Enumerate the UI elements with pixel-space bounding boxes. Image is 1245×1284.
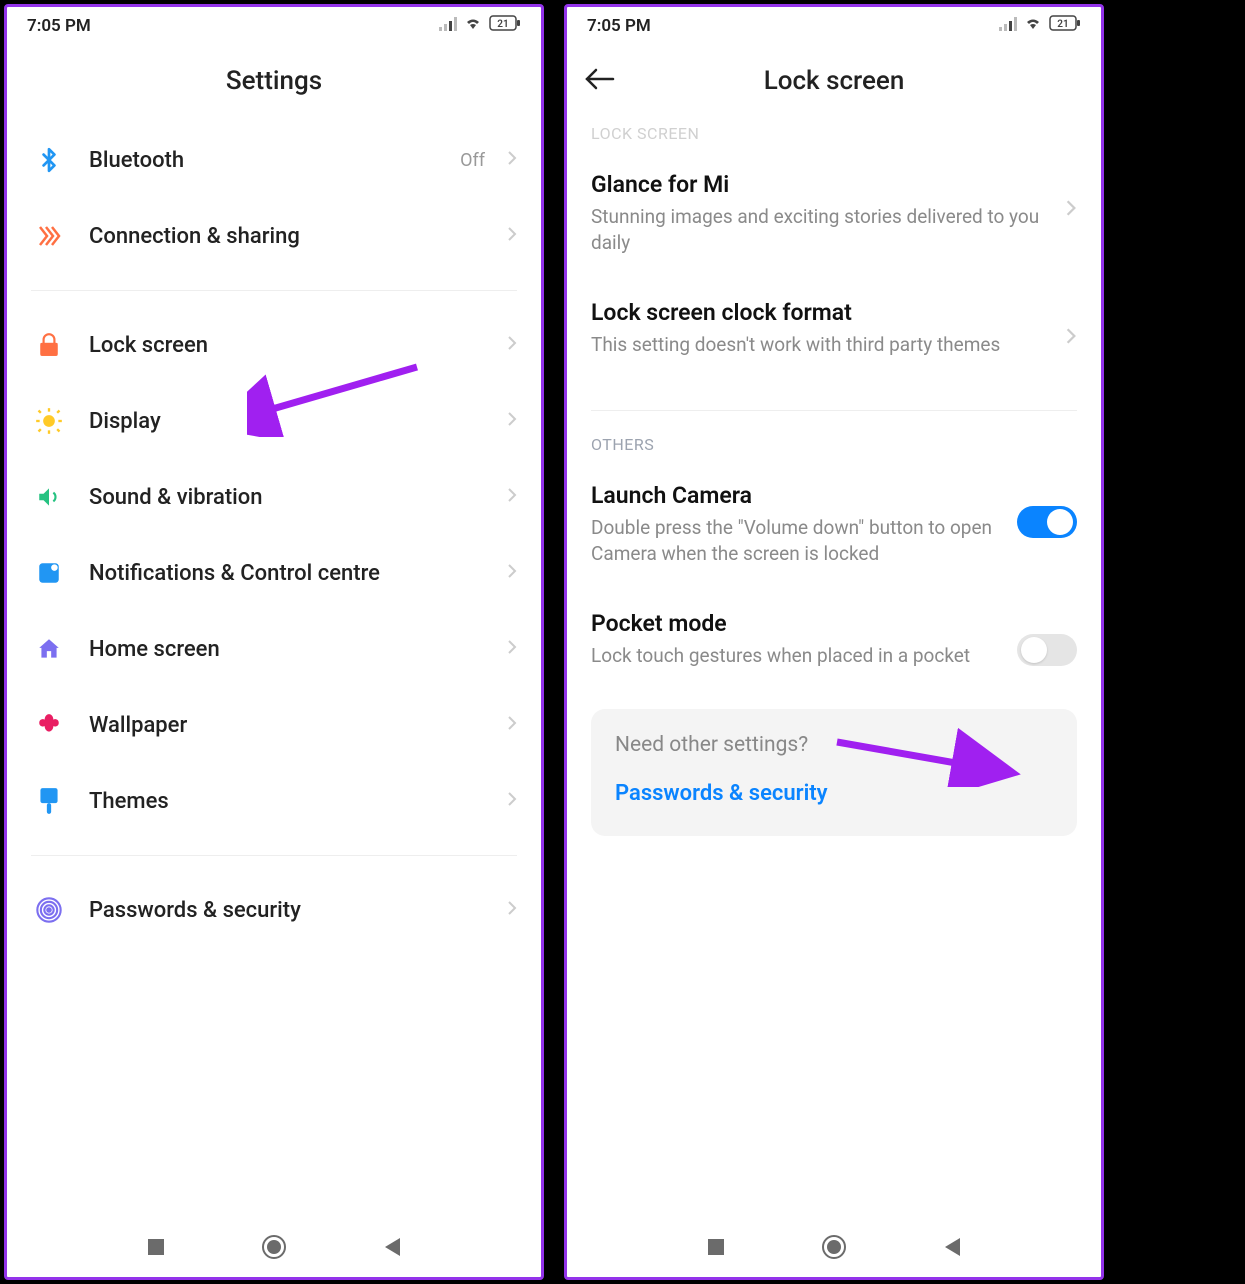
toggle-pocket-mode[interactable] <box>1017 634 1077 666</box>
chevron-right-icon <box>507 900 517 920</box>
sun-icon <box>31 403 67 439</box>
row-value: Off <box>460 150 485 171</box>
bluetooth-icon <box>31 142 67 178</box>
back-button[interactable] <box>378 1233 406 1261</box>
wifi-icon <box>1023 15 1043 36</box>
item-pocket-mode[interactable]: Pocket mode Lock touch gestures when pla… <box>591 588 1077 691</box>
row-themes[interactable]: Themes <box>31 763 517 839</box>
row-label: Lock screen <box>89 333 485 358</box>
status-time: 7:05 PM <box>27 16 91 36</box>
brush-icon <box>31 783 67 819</box>
recent-button[interactable] <box>702 1233 730 1261</box>
header: Settings <box>7 40 541 122</box>
chevron-right-icon <box>507 639 517 659</box>
row-bluetooth[interactable]: Bluetooth Off <box>31 122 517 198</box>
row-sound[interactable]: Sound & vibration <box>31 459 517 535</box>
nav-bar <box>7 1221 541 1277</box>
row-label: Connection & sharing <box>89 224 485 249</box>
chevron-right-icon <box>507 715 517 735</box>
home-button[interactable] <box>260 1233 288 1261</box>
divider <box>31 290 517 291</box>
row-label: Wallpaper <box>89 713 485 738</box>
setting-title: Lock screen clock format <box>591 299 1049 326</box>
setting-title: Pocket mode <box>591 610 1001 637</box>
home-icon <box>31 631 67 667</box>
chevron-right-icon <box>1065 199 1077 221</box>
divider <box>591 410 1077 411</box>
chevron-right-icon <box>507 791 517 811</box>
svg-text:21: 21 <box>1057 19 1068 30</box>
row-wallpaper[interactable]: Wallpaper <box>31 687 517 763</box>
section-label: LOCK SCREEN <box>591 122 1077 149</box>
wifi-icon <box>463 15 483 36</box>
lockscreen-settings[interactable]: LOCK SCREEN Glance for Mi Stunning image… <box>567 122 1101 1221</box>
setting-desc: Lock touch gestures when placed in a poc… <box>591 643 1001 669</box>
battery-icon: 21 <box>1049 15 1081 36</box>
row-notifications[interactable]: Notifications & Control centre <box>31 535 517 611</box>
phone-settings: 7:05 PM 21 Settings Bluetooth Off Connec… <box>4 4 544 1280</box>
setting-title: Launch Camera <box>591 482 1001 509</box>
page-title: Settings <box>226 66 322 96</box>
item-clock-format[interactable]: Lock screen clock format This setting do… <box>591 277 1077 380</box>
section-label: OTHERS <box>591 421 1077 460</box>
back-arrow-icon[interactable] <box>585 68 615 94</box>
page-title: Lock screen <box>764 66 905 96</box>
back-button[interactable] <box>938 1233 966 1261</box>
row-label: Home screen <box>89 637 485 662</box>
chevron-right-icon <box>507 487 517 507</box>
row-display[interactable]: Display <box>31 383 517 459</box>
phone-lockscreen: 7:05 PM 21 Lock screen LOCK SCREEN Glanc… <box>564 4 1104 1280</box>
signal-icon <box>999 16 1017 36</box>
status-icons: 21 <box>999 15 1081 36</box>
row-label: Sound & vibration <box>89 485 485 510</box>
status-icons: 21 <box>439 15 521 36</box>
row-home[interactable]: Home screen <box>31 611 517 687</box>
battery-icon: 21 <box>489 15 521 36</box>
item-glance[interactable]: Glance for Mi Stunning images and exciti… <box>591 149 1077 277</box>
chevron-right-icon <box>1065 327 1077 349</box>
notification-icon <box>31 555 67 591</box>
setting-desc: Double press the "Volume down" button to… <box>591 515 1001 566</box>
row-connection[interactable]: Connection & sharing <box>31 198 517 274</box>
setting-desc: This setting doesn't work with third par… <box>591 332 1049 358</box>
chevron-right-icon <box>507 226 517 246</box>
status-time: 7:05 PM <box>587 16 651 36</box>
chevron-right-icon <box>507 150 517 170</box>
flower-icon <box>31 707 67 743</box>
chevron-right-icon <box>507 411 517 431</box>
row-label: Display <box>89 409 485 434</box>
row-label: Notifications & Control centre <box>89 561 485 586</box>
home-button[interactable] <box>820 1233 848 1261</box>
connection-icon <box>31 218 67 254</box>
signal-icon <box>439 16 457 36</box>
suggest-question: Need other settings? <box>615 733 1053 757</box>
toggle-launch-camera[interactable] <box>1017 506 1077 538</box>
lock-icon <box>31 327 67 363</box>
suggest-box: Need other settings? Passwords & securit… <box>591 709 1077 836</box>
item-launch-camera[interactable]: Launch Camera Double press the "Volume d… <box>591 460 1077 588</box>
chevron-right-icon <box>507 335 517 355</box>
row-passwords[interactable]: Passwords & security <box>31 872 517 948</box>
row-label: Bluetooth <box>89 148 438 173</box>
row-label: Themes <box>89 789 485 814</box>
fingerprint-icon <box>31 892 67 928</box>
settings-list[interactable]: Bluetooth Off Connection & sharing Lock … <box>7 122 541 1221</box>
row-lockscreen[interactable]: Lock screen <box>31 307 517 383</box>
speaker-icon <box>31 479 67 515</box>
header: Lock screen <box>567 40 1101 122</box>
row-label: Passwords & security <box>89 898 485 923</box>
suggest-link[interactable]: Passwords & security <box>615 781 1053 806</box>
setting-desc: Stunning images and exciting stories del… <box>591 204 1049 255</box>
divider <box>31 855 517 856</box>
status-bar: 7:05 PM 21 <box>7 7 541 40</box>
chevron-right-icon <box>507 563 517 583</box>
nav-bar <box>567 1221 1101 1277</box>
svg-text:21: 21 <box>497 19 508 30</box>
setting-title: Glance for Mi <box>591 171 1049 198</box>
recent-button[interactable] <box>142 1233 170 1261</box>
status-bar: 7:05 PM 21 <box>567 7 1101 40</box>
